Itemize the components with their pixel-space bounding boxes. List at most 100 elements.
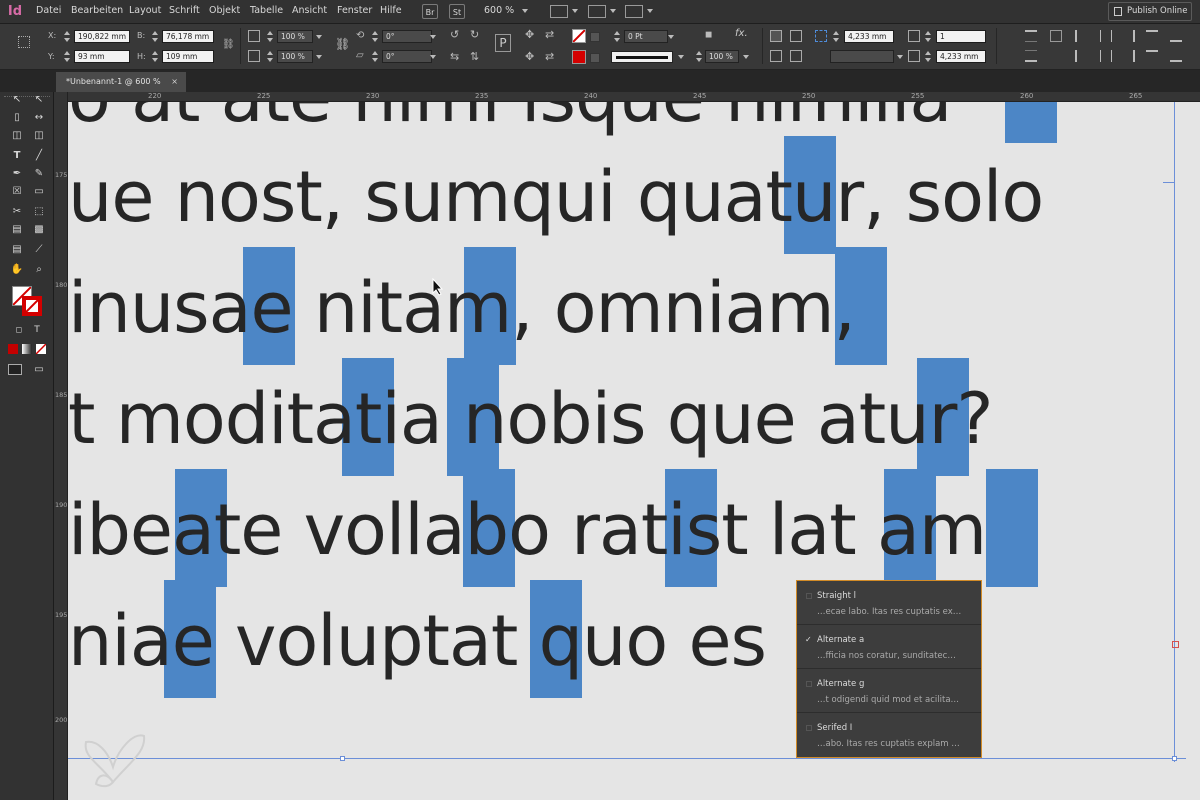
x-position-field[interactable]: 190,822 mm — [74, 30, 130, 43]
stroke-swatch-tool[interactable] — [22, 296, 42, 316]
arrange-documents-icon[interactable] — [625, 5, 643, 18]
stroke-dropdown-icon[interactable] — [590, 53, 600, 63]
scissors-tool-icon[interactable]: ✂ — [10, 206, 24, 218]
frame-fitting-icon[interactable] — [815, 30, 827, 42]
y-stepper[interactable] — [63, 51, 70, 63]
link-scale-icon[interactable]: ⛓ — [335, 37, 350, 51]
close-tab-icon[interactable]: × — [171, 72, 178, 91]
object-style-select[interactable] — [830, 50, 894, 63]
content-placer-icon[interactable]: ◫ — [32, 130, 46, 142]
content-collector-icon[interactable]: ◫ — [10, 130, 24, 142]
select-content-icon[interactable]: ✥ — [525, 50, 534, 63]
distribute-left-icon[interactable] — [1075, 50, 1087, 62]
menu-hilfe[interactable]: Hilfe — [380, 5, 402, 16]
stroke-weight-field[interactable]: 0 Pt — [624, 30, 668, 43]
constrain-proportions-icon[interactable]: ⛓ — [222, 39, 235, 50]
zoom-level[interactable]: 600 % — [484, 5, 514, 16]
formatting-text-icon[interactable]: T — [30, 324, 44, 336]
hand-tool-icon[interactable]: ✋ — [10, 264, 24, 276]
type-tool-icon[interactable]: T — [10, 150, 24, 162]
gradient-feather-tool-icon[interactable]: ▩ — [32, 224, 46, 236]
select-next-icon[interactable]: ⇄ — [545, 50, 554, 63]
menu-tabelle[interactable]: Tabelle — [250, 5, 283, 16]
alternate-option[interactable]: Straight l …ecae labo. Itas res cuptatis… — [797, 581, 981, 625]
out-port-icon[interactable] — [1172, 641, 1179, 648]
selection-tool-icon[interactable]: ↖ — [10, 94, 24, 106]
reference-point-icon[interactable] — [18, 36, 30, 48]
screen-mode-icon[interactable] — [588, 5, 606, 18]
zoom-tool-icon[interactable]: ⌕ — [32, 264, 46, 276]
screen-mode-tool-icon[interactable]: ▭ — [32, 364, 46, 376]
flip-vertical-icon[interactable]: ⇅ — [470, 50, 479, 63]
rotate-stepper[interactable] — [371, 31, 378, 43]
y-position-field[interactable]: 93 mm — [74, 50, 130, 63]
fill-dropdown-icon[interactable] — [590, 32, 600, 42]
height-field[interactable]: 109 mm — [162, 50, 214, 63]
align-top-icon[interactable] — [1025, 30, 1037, 42]
distribute-center-icon[interactable] — [1100, 50, 1112, 62]
opacity-stepper[interactable] — [695, 51, 702, 63]
object-style-dropdown-icon[interactable] — [897, 55, 903, 59]
selection-content-icon[interactable]: P — [495, 34, 511, 52]
x-stepper[interactable] — [63, 31, 70, 43]
rectangle-tool-icon[interactable]: ▭ — [32, 186, 46, 198]
screen-mode-dropdown-icon[interactable] — [610, 9, 616, 13]
columns-field[interactable]: 1 — [936, 30, 986, 43]
text-wrap-shape-icon[interactable] — [770, 50, 782, 62]
menu-bearbeiten[interactable]: Bearbeiten — [71, 5, 123, 16]
normal-mode-icon[interactable] — [8, 364, 22, 375]
line-tool-icon[interactable]: ╱ — [32, 150, 46, 162]
text-wrap-box-icon[interactable] — [790, 30, 802, 42]
free-transform-tool-icon[interactable]: ⬚ — [32, 206, 46, 218]
zoom-dropdown-icon[interactable] — [522, 9, 528, 13]
page-tool-icon[interactable]: ▯ — [10, 112, 24, 124]
distribute-right-icon[interactable] — [1123, 50, 1135, 62]
scale-x-field[interactable]: 100 % — [277, 30, 313, 43]
menu-datei[interactable]: Datei — [36, 5, 61, 16]
distribute-bottom-icon[interactable] — [1170, 50, 1182, 62]
frame-handle[interactable] — [340, 756, 345, 761]
offset-1-field[interactable]: 4,233 mm — [844, 30, 894, 43]
shear-field[interactable]: 0° — [382, 50, 432, 63]
auto-fit-icon[interactable] — [1050, 30, 1062, 42]
note-tool-icon[interactable]: ▤ — [10, 244, 24, 256]
document-tab[interactable]: *Unbenannt-1 @ 600 % × — [56, 72, 186, 92]
text-wrap-jump-icon[interactable] — [790, 50, 802, 62]
shear-dropdown-icon[interactable] — [430, 55, 436, 59]
columns-stepper[interactable] — [924, 31, 931, 43]
gutter-field[interactable]: 4,233 mm — [936, 50, 986, 63]
width-field[interactable]: 76,178 mm — [162, 30, 214, 43]
stock-button[interactable]: St — [449, 4, 465, 19]
effects-shadow-icon[interactable]: ◼ — [705, 30, 712, 40]
gap-tool-icon[interactable]: ↔ — [32, 112, 46, 124]
distribute-top-icon[interactable] — [1146, 50, 1158, 62]
width-stepper[interactable] — [151, 31, 158, 43]
gutter-stepper[interactable] — [924, 51, 931, 63]
rectangle-frame-tool-icon[interactable]: ☒ — [10, 186, 24, 198]
select-previous-icon[interactable]: ⇄ — [545, 28, 554, 41]
align-bottom-edges-icon[interactable] — [1170, 30, 1182, 42]
align-center-icon[interactable] — [1100, 30, 1112, 42]
bridge-button[interactable]: Br — [422, 4, 438, 19]
scale-x-dropdown-icon[interactable] — [316, 35, 322, 39]
stroke-type-dropdown-icon[interactable] — [678, 55, 684, 59]
align-right-edges-icon[interactable] — [1123, 30, 1135, 42]
frame-handle[interactable] — [1172, 756, 1177, 761]
align-top-edges-icon[interactable] — [1146, 30, 1158, 42]
alternate-option[interactable]: Alternate g …t odigendi quid mod et acil… — [797, 669, 981, 713]
pen-tool-icon[interactable]: ✒ — [10, 168, 24, 180]
scale-x-stepper[interactable] — [266, 31, 273, 43]
menu-layout[interactable]: Layout — [129, 5, 161, 16]
menu-objekt[interactable]: Objekt — [209, 5, 240, 16]
stroke-weight-stepper[interactable] — [613, 31, 620, 43]
align-bottom-icon[interactable] — [1025, 50, 1037, 62]
flip-horizontal-icon[interactable]: ⇆ — [450, 50, 459, 63]
rotate-field[interactable]: 0° — [382, 30, 432, 43]
opacity-field[interactable]: 100 % — [705, 50, 739, 63]
formatting-container-icon[interactable]: ◻ — [12, 324, 26, 336]
align-left-edges-icon[interactable] — [1075, 30, 1087, 42]
eyedropper-tool-icon[interactable]: ⟋ — [32, 244, 46, 256]
fx-icon[interactable]: fx. — [735, 28, 748, 39]
menu-schrift[interactable]: Schrift — [169, 5, 200, 16]
publish-online-button[interactable]: Publish Online — [1108, 2, 1192, 21]
